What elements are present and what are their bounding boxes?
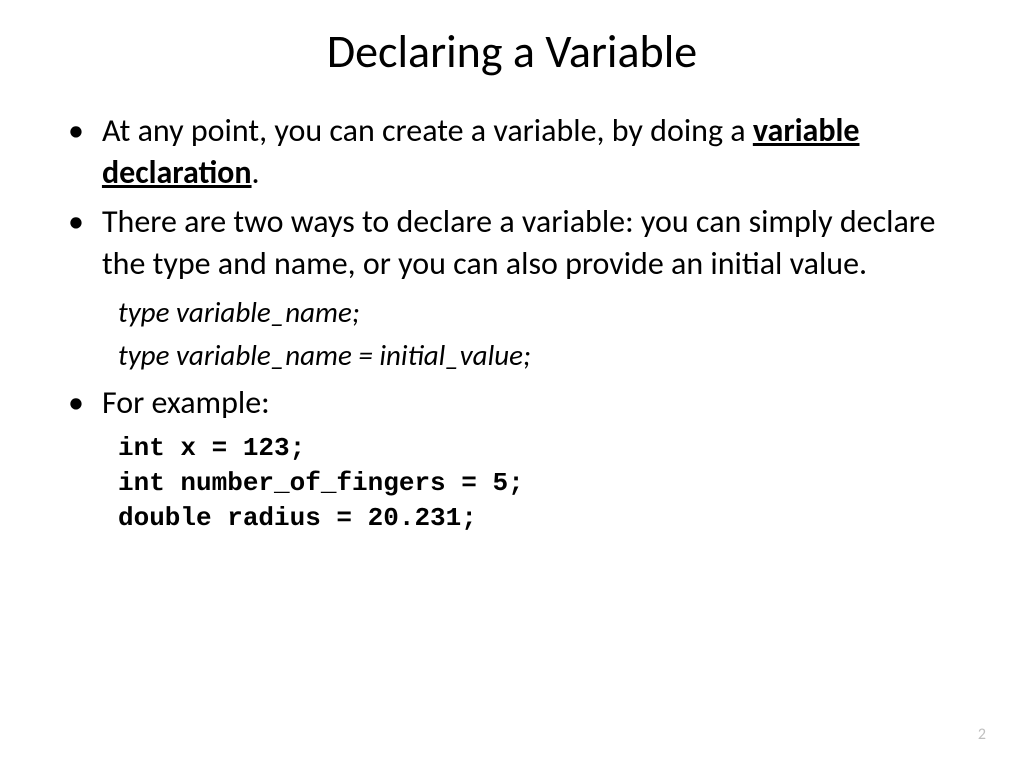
bullet1-prefix: At any point, you can create a variable,… <box>102 111 753 150</box>
slide-title: Declaring a Variable <box>50 24 974 80</box>
bullet-marker: • <box>68 110 84 152</box>
bullet-item-2: • There are two ways to declare a variab… <box>60 201 974 284</box>
bullet-item-1: • At any point, you can create a variabl… <box>60 110 974 193</box>
bullet-marker: • <box>68 201 84 243</box>
code-example-1: int x = 123; <box>118 431 974 466</box>
syntax-line-1: type variable_name; <box>118 292 974 333</box>
code-example-3: double radius = 20.231; <box>118 501 974 536</box>
bullet-text-3: For example: <box>102 382 974 424</box>
code-example-2: int number_of_fingers = 5; <box>118 466 974 501</box>
bullet-text-1: At any point, you can create a variable,… <box>102 110 974 193</box>
bullet-item-3: • For example: <box>60 382 974 424</box>
slide-container: Declaring a Variable • At any point, you… <box>0 0 1024 556</box>
bullet-text-2: There are two ways to declare a variable… <box>102 201 974 284</box>
bullet-marker: • <box>68 382 84 424</box>
page-number: 2 <box>978 725 986 744</box>
syntax-line-2: type variable_name = initial_value; <box>118 335 974 376</box>
bullet1-suffix: . <box>252 153 260 192</box>
slide-content: • At any point, you can create a variabl… <box>50 110 974 536</box>
